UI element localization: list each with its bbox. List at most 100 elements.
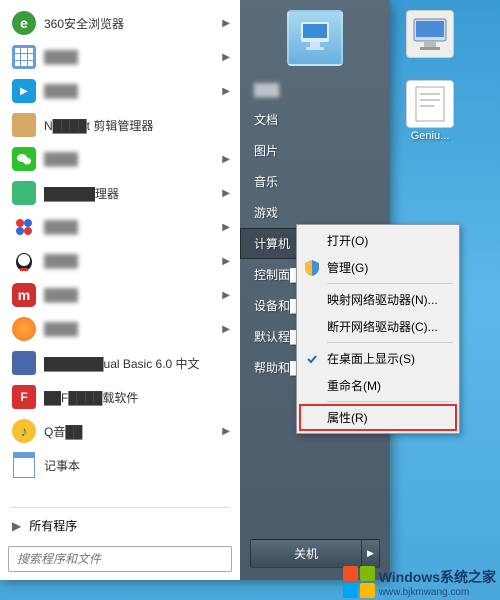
wechat-icon xyxy=(10,145,38,173)
right-item-label: 图片 xyxy=(254,144,278,158)
vb-icon xyxy=(10,349,38,377)
submenu-arrow-icon: ▶ xyxy=(222,426,230,437)
user-picture[interactable] xyxy=(287,10,343,66)
watermark: Windows系统之家 www.bjkmwang.com xyxy=(343,566,496,598)
program-item[interactable]: ████ ▶ xyxy=(4,210,236,244)
shield-icon xyxy=(303,259,321,277)
calc-icon xyxy=(10,43,38,71)
right-item-label: 默认程█ xyxy=(254,330,299,344)
program-label: ████ xyxy=(44,84,78,98)
separator xyxy=(327,401,453,402)
program-item[interactable]: F ██F████载软件 xyxy=(4,380,236,414)
right-panel-item[interactable]: 文档 xyxy=(240,104,390,135)
desktop-icon-label: Geniu... xyxy=(411,130,450,142)
program-item[interactable]: ♪ Q音██ ▶ xyxy=(4,414,236,448)
qq-icon xyxy=(10,247,38,275)
program-item[interactable]: ████ ▶ xyxy=(4,142,236,176)
flash-icon: F xyxy=(10,383,38,411)
context-item-label: 打开(O) xyxy=(327,232,368,249)
program-item[interactable]: e 360安全浏览器 ▶ xyxy=(4,6,236,40)
program-label: 记事本 xyxy=(44,457,80,474)
submenu-arrow-icon: ▶ xyxy=(222,86,230,97)
desktop-icon-geniu[interactable]: Geniu... xyxy=(400,80,460,142)
manager-icon xyxy=(10,179,38,207)
program-label: ████ xyxy=(44,254,78,268)
right-item-label: ███ xyxy=(254,83,280,97)
right-item-label: 文档 xyxy=(254,113,278,127)
submenu-arrow-icon: ▶ xyxy=(222,188,230,199)
all-programs[interactable]: ▶ 所有程序 xyxy=(4,511,236,540)
search-box xyxy=(8,546,232,572)
program-label: 360安全浏览器 xyxy=(44,15,124,32)
right-item-label: 计算机 xyxy=(254,237,290,251)
context-item-label: 映射网络驱动器(N)... xyxy=(327,291,438,308)
submenu-arrow-icon: ▶ xyxy=(222,18,230,29)
shutdown-button[interactable]: 关机 xyxy=(250,539,362,568)
watermark-url: www.bjkmwang.com xyxy=(379,587,496,598)
monitor-icon xyxy=(295,18,335,58)
divider xyxy=(10,507,230,508)
program-label: ████ xyxy=(44,288,78,302)
right-item-label: 音乐 xyxy=(254,175,278,189)
program-item[interactable]: ████ ▶ xyxy=(4,244,236,278)
program-label: ██████理器 xyxy=(44,185,119,202)
context-menu: 打开(O) 管理(G) 映射网络驱动器(N)... 断开网络驱动器(C)... 在桌面上… xyxy=(296,224,460,434)
context-item-label: 管理(G) xyxy=(327,259,368,276)
all-programs-label: 所有程序 xyxy=(29,517,77,534)
context-menu-item[interactable]: 映射网络驱动器(N)... xyxy=(299,286,457,313)
context-item-label: 属性(R) xyxy=(327,409,368,426)
program-item[interactable]: ████▶ xyxy=(4,312,236,346)
submenu-arrow-icon: ▶ xyxy=(222,154,230,165)
tencent-icon: ▶ xyxy=(10,77,38,105)
right-panel-item[interactable]: 图片 xyxy=(240,135,390,166)
program-item[interactable]: ▶ ████ ▶ xyxy=(4,74,236,108)
context-menu-item[interactable]: 断开网络驱动器(C)... xyxy=(299,313,457,340)
program-label: ███████ual Basic 6.0 中文 xyxy=(44,355,200,372)
context-item-label: 在桌面上显示(S) xyxy=(327,350,415,367)
qqmusic-icon: ♪ xyxy=(10,417,38,445)
shutdown-options-button[interactable]: ▶ xyxy=(362,539,380,568)
right-item-label: 设备和█ xyxy=(254,299,299,313)
search-input[interactable] xyxy=(8,546,232,572)
desktop-icon-computer[interactable] xyxy=(400,10,460,60)
right-item-label: 帮助和█ xyxy=(254,361,299,375)
submenu-arrow-icon: ▶ xyxy=(222,256,230,267)
context-menu-item[interactable]: 打开(O) xyxy=(299,227,457,254)
right-panel-item[interactable]: 音乐 xyxy=(240,166,390,197)
context-menu-item[interactable]: 管理(G) xyxy=(299,254,457,281)
program-item[interactable]: N████t 剪辑管理器 xyxy=(4,108,236,142)
check-icon xyxy=(303,350,321,368)
program-label: ████ xyxy=(44,50,78,64)
ie-360-icon: e xyxy=(10,9,38,37)
program-label: Q音██ xyxy=(44,423,82,440)
program-label: ████ xyxy=(44,152,78,166)
watermark-text: Windows系统之家 xyxy=(379,569,496,585)
submenu-arrow-icon: ▶ xyxy=(222,290,230,301)
right-item-label: 控制面█ xyxy=(254,268,299,282)
context-menu-item[interactable]: 重命名(M) xyxy=(299,372,457,399)
program-label: N████t 剪辑管理器 xyxy=(44,117,153,134)
notepad-icon xyxy=(10,451,38,479)
baidu-icon xyxy=(10,213,38,241)
program-label: ██F████载软件 xyxy=(44,389,138,406)
program-item[interactable]: m ████ ▶ xyxy=(4,278,236,312)
separator xyxy=(327,342,453,343)
shutdown-row: 关机 ▶ xyxy=(250,539,380,568)
context-menu-item[interactable]: 在桌面上显示(S) xyxy=(299,345,457,372)
program-item[interactable]: ███████ual Basic 6.0 中文 xyxy=(4,346,236,380)
program-item[interactable]: ████ ▶ xyxy=(4,40,236,74)
right-panel-item[interactable]: ███ xyxy=(240,76,390,104)
submenu-arrow-icon: ▶ xyxy=(222,222,230,233)
program-list: e360安全浏览器▶████▶▶████▶N████t 剪辑管理器████▶██… xyxy=(4,6,236,504)
file-icon xyxy=(406,80,454,128)
submenu-arrow-icon: ▶ xyxy=(222,52,230,63)
ximalaya-icon: m xyxy=(10,281,38,309)
program-label: ████ xyxy=(44,220,78,234)
triangle-icon: ▶ xyxy=(12,519,21,533)
right-item-label: 游戏 xyxy=(254,206,278,220)
context-item-label: 断开网络驱动器(C)... xyxy=(327,318,438,335)
context-menu-item[interactable]: 属性(R) xyxy=(299,404,457,431)
submenu-arrow-icon: ▶ xyxy=(222,324,230,335)
program-item[interactable]: 记事本 xyxy=(4,448,236,482)
program-item[interactable]: ██████理器 ▶ xyxy=(4,176,236,210)
